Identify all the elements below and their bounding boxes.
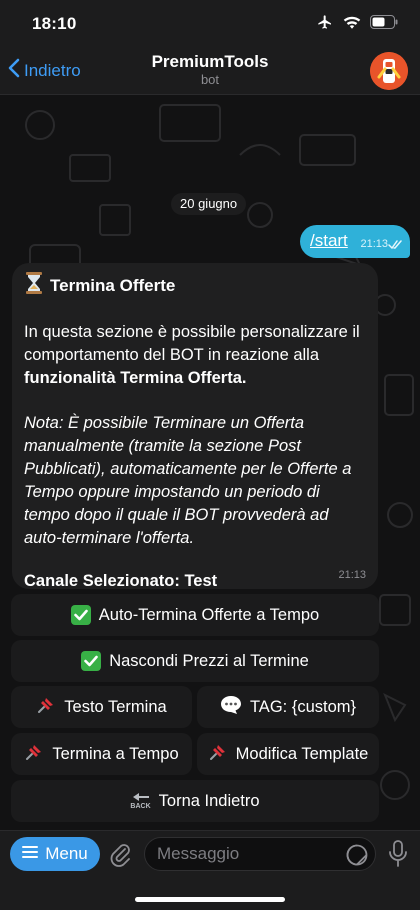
incoming-message[interactable]: Termina Offerte In questa sezione è poss… [12, 263, 378, 590]
modifica-template-label: Modifica Template [235, 744, 369, 763]
message-channel: Canale Selezionato: Test [24, 572, 218, 590]
message-intro-text: In questa sezione è possibile personaliz… [24, 323, 360, 364]
pushpin-icon [36, 695, 56, 720]
torna-indietro-label: Torna Indietro [158, 791, 260, 810]
message-title: Termina Offerte [24, 272, 366, 299]
tag-custom-label: TAG: {custom} [249, 697, 357, 716]
incoming-message-time: 21:13 [338, 569, 366, 581]
menu-button[interactable]: Menu [10, 837, 100, 871]
airplane-icon [316, 14, 334, 35]
chat-title[interactable]: PremiumTools [0, 52, 420, 72]
testo-termina-label: Testo Termina [64, 697, 167, 716]
wifi-icon [343, 15, 361, 34]
testo-termina-button[interactable]: Testo Termina [11, 686, 192, 728]
message-note: Nota: È possibile Terminare un Offerta m… [24, 414, 352, 547]
home-indicator [135, 897, 285, 902]
sticker-icon[interactable] [346, 844, 368, 871]
auto-termina-label: Auto-Termina Offerte a Tempo [98, 605, 320, 624]
message-intro-bold: funzionalità Termina Offerta. [24, 369, 247, 387]
tag-custom-button[interactable]: TAG: {custom} [197, 686, 379, 728]
battery-icon [370, 15, 398, 34]
check-mark-icon [70, 605, 91, 625]
status-time: 18:10 [32, 14, 77, 33]
auto-termina-button[interactable]: Auto-Termina Offerte a Tempo [11, 594, 379, 636]
pushpin-icon [24, 742, 44, 767]
message-title-text: Termina Offerte [50, 275, 176, 295]
outgoing-message[interactable]: /start 21:13 [300, 225, 410, 258]
torna-indietro-button[interactable]: BACK Torna Indietro [11, 780, 379, 822]
paperclip-icon[interactable] [108, 841, 132, 872]
nascondi-prezzi-button[interactable]: Nascondi Prezzi al Termine [11, 640, 379, 682]
modifica-template-button[interactable]: Modifica Template [197, 733, 379, 775]
message-intro: In questa sezione è possibile personaliz… [24, 321, 366, 390]
hourglass-icon [24, 272, 44, 299]
microphone-icon[interactable] [388, 840, 408, 873]
back-arrow-icon: BACK [130, 792, 151, 810]
double-check-icon [388, 237, 404, 255]
speech-bubble-icon [220, 695, 242, 720]
outgoing-message-text[interactable]: /start [310, 231, 348, 251]
nascondi-prezzi-label: Nascondi Prezzi al Termine [109, 651, 309, 670]
outgoing-message-time: 21:13 [360, 238, 388, 250]
status-bar: 18:10 [0, 0, 420, 48]
back-icon-text: BACK [130, 803, 151, 810]
menu-icon [22, 844, 39, 864]
date-separator: 20 giugno [171, 193, 247, 215]
termina-a-tempo-button[interactable]: Termina a Tempo [11, 733, 192, 775]
menu-label: Menu [45, 844, 88, 863]
input-bar: Menu [0, 830, 420, 910]
check-mark-icon [81, 651, 102, 671]
bot-avatar[interactable] [370, 52, 408, 90]
chat-subtitle: bot [200, 72, 220, 87]
chat-header: Indietro PremiumTools bot [0, 48, 420, 95]
message-input[interactable] [144, 837, 376, 871]
status-icons [316, 14, 398, 35]
pushpin-icon [208, 742, 228, 767]
termina-a-tempo-label: Termina a Tempo [52, 744, 179, 763]
